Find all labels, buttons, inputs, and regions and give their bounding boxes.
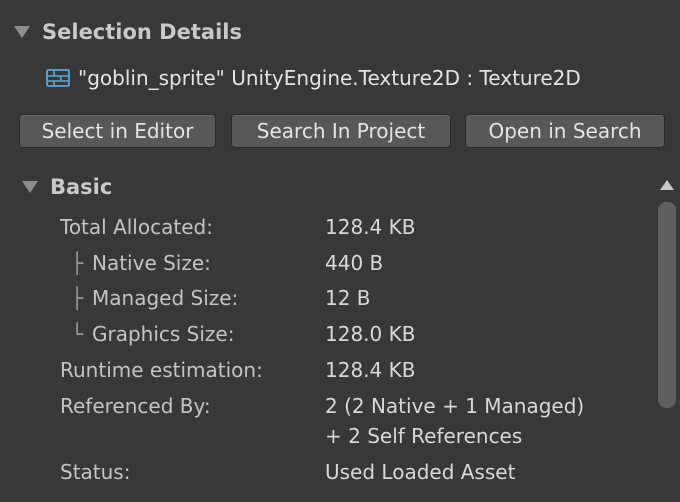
referenced-by-value: 2 (2 Native + 1 Managed) <box>325 394 585 418</box>
status-row: Status: Used Loaded Asset <box>60 457 660 487</box>
graphics-size-label: Graphics Size: <box>92 322 235 346</box>
managed-size-label: Managed Size: <box>92 286 239 310</box>
scroll-up-arrow-icon[interactable] <box>660 180 674 190</box>
asset-line: "goblin_sprite" UnityEngine.Texture2D : … <box>46 63 581 93</box>
runtime-estimation-label: Runtime estimation: <box>60 358 263 382</box>
section-title: Selection Details <box>42 20 242 44</box>
graphics-size-row: └ Graphics Size: 128.0 KB <box>60 319 660 349</box>
search-in-project-button[interactable]: Search In Project <box>231 114 451 148</box>
status-value: Used Loaded Asset <box>325 460 516 484</box>
vertical-scrollbar[interactable] <box>654 172 680 502</box>
total-allocated-row: Total Allocated: 128.4 KB <box>60 212 660 242</box>
managed-size-value: 12 B <box>325 286 371 310</box>
referenced-by-row: Referenced By: 2 (2 Native + 1 Managed) <box>60 391 660 421</box>
referenced-by-label: Referenced By: <box>60 394 211 418</box>
scroll-thumb[interactable] <box>658 202 676 408</box>
tree-branch-glyph: ├ <box>70 251 84 275</box>
selection-details-foldout[interactable]: Selection Details <box>14 18 242 46</box>
texture-icon <box>46 69 70 87</box>
basic-title: Basic <box>50 175 113 199</box>
status-label: Status: <box>60 460 131 484</box>
tree-branch-glyph: ├ <box>70 286 84 310</box>
native-size-value: 440 B <box>325 251 384 275</box>
basic-foldout[interactable]: Basic <box>22 173 112 201</box>
open-in-search-button[interactable]: Open in Search <box>465 114 665 148</box>
total-allocated-label: Total Allocated: <box>60 215 213 239</box>
runtime-estimation-row: Runtime estimation: 128.4 KB <box>60 355 660 385</box>
managed-size-row: ├ Managed Size: 12 B <box>60 283 660 313</box>
graphics-size-value: 128.0 KB <box>325 322 416 346</box>
referenced-by-continuation-row: + 2 Self References <box>60 421 660 451</box>
foldout-arrow-icon[interactable] <box>14 26 30 38</box>
total-allocated-value: 128.4 KB <box>325 215 416 239</box>
tree-last-glyph: └ <box>70 322 84 346</box>
native-size-label: Native Size: <box>92 251 211 275</box>
select-in-editor-button[interactable]: Select in Editor <box>19 114 216 148</box>
native-size-row: ├ Native Size: 440 B <box>60 248 660 278</box>
self-references-value: + 2 Self References <box>325 424 523 448</box>
runtime-estimation-value: 128.4 KB <box>325 358 416 382</box>
foldout-arrow-icon[interactable] <box>22 181 38 193</box>
asset-description: "goblin_sprite" UnityEngine.Texture2D : … <box>78 66 581 90</box>
